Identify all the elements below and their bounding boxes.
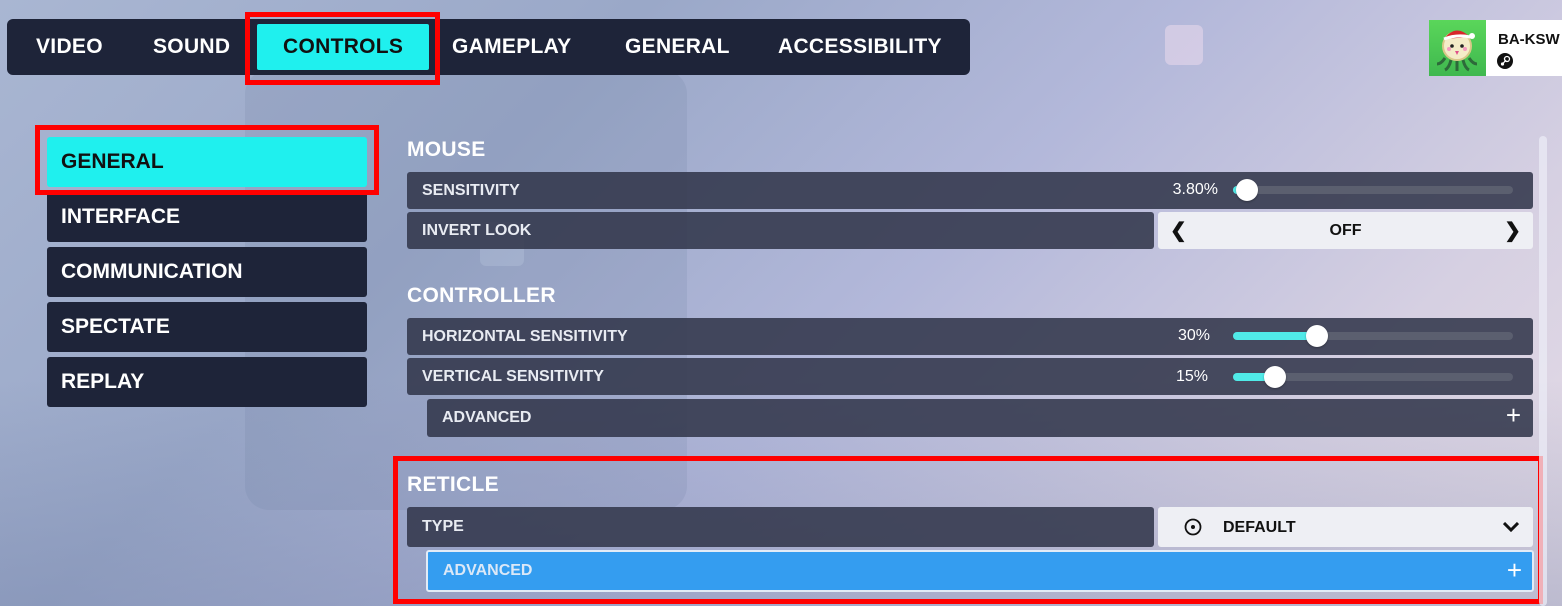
pachimari-avatar-icon (1436, 30, 1478, 72)
sidebar-item-replay[interactable]: REPLAY (47, 357, 367, 407)
section-title-controller: CONTROLLER (407, 284, 556, 307)
controller-advanced-expander[interactable]: ADVANCED + (427, 399, 1533, 437)
reticle-dot-icon (1184, 518, 1202, 536)
tab-accessibility[interactable]: ACCESSIBILITY (778, 19, 942, 75)
plus-icon: + (1506, 555, 1522, 585)
chevron-down-icon (1503, 522, 1519, 532)
sidebar-item-general[interactable]: GENERAL (47, 137, 367, 187)
setting-label: SENSITIVITY (422, 181, 520, 199)
vertical-sensitivity-slider[interactable] (1233, 366, 1513, 388)
slider-fill (1233, 332, 1317, 340)
slider-value: 3.80% (1172, 181, 1218, 198)
settings-scrollbar[interactable] (1539, 136, 1547, 606)
section-title-mouse: MOUSE (407, 138, 486, 161)
reticle-advanced-expander[interactable]: ADVANCED + (426, 550, 1534, 592)
invert-look-selector: ❮ OFF ❯ (1158, 212, 1533, 249)
sidebar-item-spectate[interactable]: SPECTATE (47, 302, 367, 352)
setting-row-reticle-type: TYPE (407, 507, 1154, 547)
chevron-right-icon[interactable]: ❯ (1504, 218, 1521, 243)
top-tab-bar: VIDEO SOUND CONTROLS GAMEPLAY GENERAL AC… (7, 19, 970, 75)
slider-handle[interactable] (1236, 179, 1258, 201)
setting-label: TYPE (422, 518, 464, 535)
setting-label: INVERT LOOK (422, 221, 532, 239)
mouse-sensitivity-slider[interactable] (1233, 179, 1513, 201)
slider-handle[interactable] (1264, 366, 1286, 388)
reticle-type-dropdown[interactable]: DEFAULT (1158, 507, 1533, 547)
avatar (1429, 20, 1486, 76)
slider-value: 30% (1177, 327, 1210, 344)
tab-video[interactable]: VIDEO (36, 19, 103, 75)
setting-label: ADVANCED (442, 409, 532, 426)
sidebar-item-communication[interactable]: COMMUNICATION (47, 247, 367, 297)
tab-sound[interactable]: SOUND (153, 19, 230, 75)
setting-label: ADVANCED (443, 562, 533, 579)
steam-icon (1497, 53, 1513, 69)
section-title-reticle: RETICLE (407, 473, 499, 496)
invert-look-value: OFF (1329, 222, 1362, 239)
slider-handle[interactable] (1306, 325, 1328, 347)
player-profile[interactable]: BA-KSW (1429, 20, 1562, 76)
background-shape (1165, 25, 1203, 65)
slider-value: 15% (1175, 368, 1208, 385)
setting-label: VERTICAL SENSITIVITY (422, 367, 604, 385)
sidebar-item-interface[interactable]: INTERFACE (47, 192, 367, 242)
reticle-type-value: DEFAULT (1223, 519, 1296, 536)
tab-gameplay[interactable]: GAMEPLAY (452, 19, 571, 75)
tab-controls[interactable]: CONTROLS (257, 24, 430, 70)
plus-icon: + (1505, 400, 1521, 430)
setting-row-invert-look: INVERT LOOK (407, 212, 1154, 249)
tab-general[interactable]: GENERAL (625, 19, 730, 75)
horizontal-sensitivity-slider[interactable] (1233, 325, 1513, 347)
setting-label: HORIZONTAL SENSITIVITY (422, 327, 628, 345)
